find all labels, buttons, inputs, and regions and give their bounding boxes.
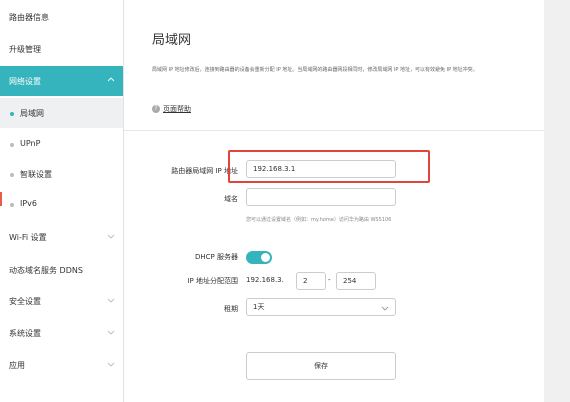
sidebar-item-label: UPnP (20, 139, 41, 148)
highlight-box (228, 150, 430, 183)
sidebar-item-label: 动态域名服务 DDNS (9, 266, 83, 275)
sidebar-item-security[interactable]: 安全设置 (0, 286, 123, 316)
sidebar-item-label: 安全设置 (9, 297, 41, 306)
dhcp-toggle[interactable] (246, 251, 272, 264)
domain-input[interactable] (246, 188, 396, 206)
bullet-icon (10, 203, 14, 207)
ip-range-label: IP 地址分配范围 (187, 277, 238, 285)
help-link[interactable]: ? 页面帮助 (152, 104, 191, 114)
lease-select[interactable]: 1天 (246, 298, 396, 316)
chevron-up-icon (107, 77, 115, 82)
sidebar-item-label: IPv6 (20, 199, 38, 208)
sidebar-item-label: Wi-Fi 设置 (9, 233, 47, 242)
chevron-down-icon (107, 362, 115, 367)
active-marker (0, 192, 2, 206)
lan-ip-label: 路由器局域网 IP 地址 (171, 167, 238, 175)
sidebar-item-label: 路由器信息 (9, 13, 49, 22)
bullet-icon (10, 173, 14, 177)
sidebar-item-system[interactable]: 系统设置 (0, 318, 123, 348)
sidebar-item-label: 系统设置 (9, 329, 41, 338)
toggle-knob (261, 253, 270, 262)
sidebar-item-apps[interactable]: 应用 (0, 350, 123, 380)
help-icon: ? (152, 105, 160, 113)
sidebar-item-network-settings[interactable]: 网络设置 (0, 66, 123, 96)
sidebar-item-lan[interactable]: 局域网 (0, 98, 123, 128)
sidebar-item-ipv6[interactable]: IPv6 (0, 189, 123, 219)
sidebar-item-upnp[interactable]: UPnP (0, 129, 123, 159)
sidebar-item-smart-link[interactable]: 智联设置 (0, 159, 123, 189)
help-label: 页面帮助 (163, 105, 191, 113)
ip-range-start-input[interactable]: 2 (296, 272, 326, 290)
ip-range-separator: - (328, 276, 331, 284)
bullet-icon (10, 143, 14, 147)
ip-range-end-input[interactable]: 254 (336, 272, 376, 290)
sidebar-item-label: 网络设置 (9, 77, 41, 86)
dhcp-label: DHCP 服务器 (195, 253, 238, 261)
sidebar-item-upgrade[interactable]: 升级管理 (0, 34, 123, 64)
lease-value: 1天 (253, 303, 265, 311)
sidebar: 路由器信息 升级管理 网络设置 局域网 UPnP 智联设置 IPv6 Wi-Fi… (0, 0, 124, 402)
main-panel: 局域网 局域网 IP 地址修改后，连接到路由器的设备会重新分配 IP 地址。当局… (124, 0, 544, 402)
sidebar-item-ddns[interactable]: 动态域名服务 DDNS (0, 255, 123, 285)
ip-range-prefix: 192.168.3. (246, 276, 284, 284)
bullet-icon (10, 112, 14, 116)
chevron-down-icon (107, 330, 115, 335)
sidebar-item-label: 应用 (9, 361, 25, 370)
divider (124, 130, 544, 131)
page-description: 局域网 IP 地址修改后，连接到路由器的设备会重新分配 IP 地址。当局域网的路… (152, 67, 478, 73)
sidebar-item-label: 升级管理 (9, 45, 41, 54)
sidebar-item-router-info[interactable]: 路由器信息 (0, 2, 123, 32)
domain-hint: 您可以通过设置域名（例如：my.home）访问华为路由 WS5106 (246, 217, 392, 223)
sidebar-item-label: 智联设置 (20, 170, 52, 179)
chevron-down-icon (381, 306, 389, 311)
page-title: 局域网 (152, 33, 192, 48)
sidebar-item-wifi[interactable]: Wi-Fi 设置 (0, 222, 123, 252)
chevron-down-icon (107, 234, 115, 239)
save-button[interactable]: 保存 (246, 352, 396, 380)
lease-label: 租期 (224, 305, 238, 313)
domain-label: 域名 (224, 195, 238, 203)
sidebar-item-label: 局域网 (20, 109, 44, 118)
chevron-down-icon (107, 298, 115, 303)
